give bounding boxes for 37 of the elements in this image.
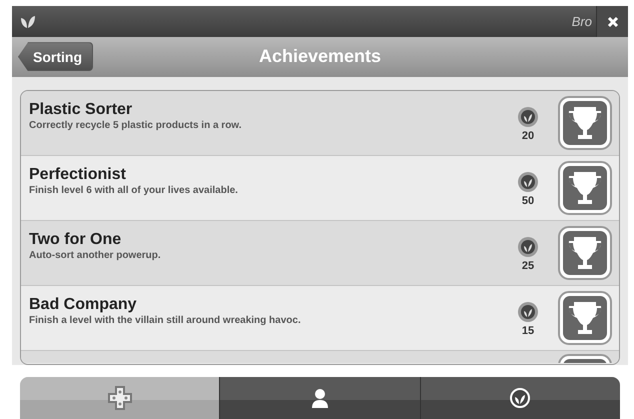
person-icon [310, 388, 329, 408]
trophy-icon [557, 160, 613, 216]
achievement-description: Finish a level with the villain still around wreaking havoc. [29, 314, 302, 326]
achievement-title: Bad Company [29, 296, 138, 314]
achievement-row[interactable]: Plastic Sorter Correctly recycle 5 plastic products in a row. 20 [21, 90, 619, 156]
achievement-description: Finish level 6 with all of your lives available. [29, 184, 239, 196]
points-value: 20 [522, 130, 534, 142]
achievement-row[interactable]: Perfectionist Finish level 6 with all of your lives available. 50 [21, 156, 619, 221]
dpad-icon [108, 386, 132, 410]
leaf-logo-icon [20, 14, 36, 28]
points-value: 50 [522, 195, 534, 208]
points-value: 25 [522, 260, 534, 272]
leaf-badge-icon [518, 172, 538, 192]
achievement-title: Plastic Sorter [29, 100, 134, 119]
achievement-description: Correctly recycle 5 plastic products in a row. [29, 120, 242, 131]
trophy-icon [557, 290, 613, 346]
achievement-row[interactable]: Bad Company Finish a level with the villain still around wreaking havoc. 15 [21, 286, 619, 351]
top-bar-title: Bro [572, 14, 593, 29]
achievement-row[interactable]: Two for One Auto-sort another powerup. 25 [21, 220, 619, 286]
profile-tab[interactable] [219, 376, 420, 419]
achievement-row[interactable] [21, 350, 619, 363]
achievement-title: Perfectionist [29, 166, 127, 184]
trophy-icon [557, 94, 613, 151]
achievement-title: Two for One [29, 230, 122, 249]
achievement-description: Auto-sort another powerup. [29, 250, 162, 261]
game-tab[interactable] [20, 376, 220, 419]
leaf-badge-icon [518, 107, 538, 128]
points-value: 15 [522, 325, 534, 338]
close-icon [606, 16, 618, 28]
page-title: Achievements [258, 46, 382, 68]
leaf-badge-icon [509, 386, 532, 409]
leaf-badge-icon [518, 302, 538, 322]
achievements-tab[interactable] [420, 376, 620, 419]
trophy-icon [557, 224, 613, 281]
back-button[interactable]: Sorting [18, 42, 93, 72]
close-button[interactable] [596, 6, 628, 37]
leaf-badge-icon [518, 237, 538, 258]
